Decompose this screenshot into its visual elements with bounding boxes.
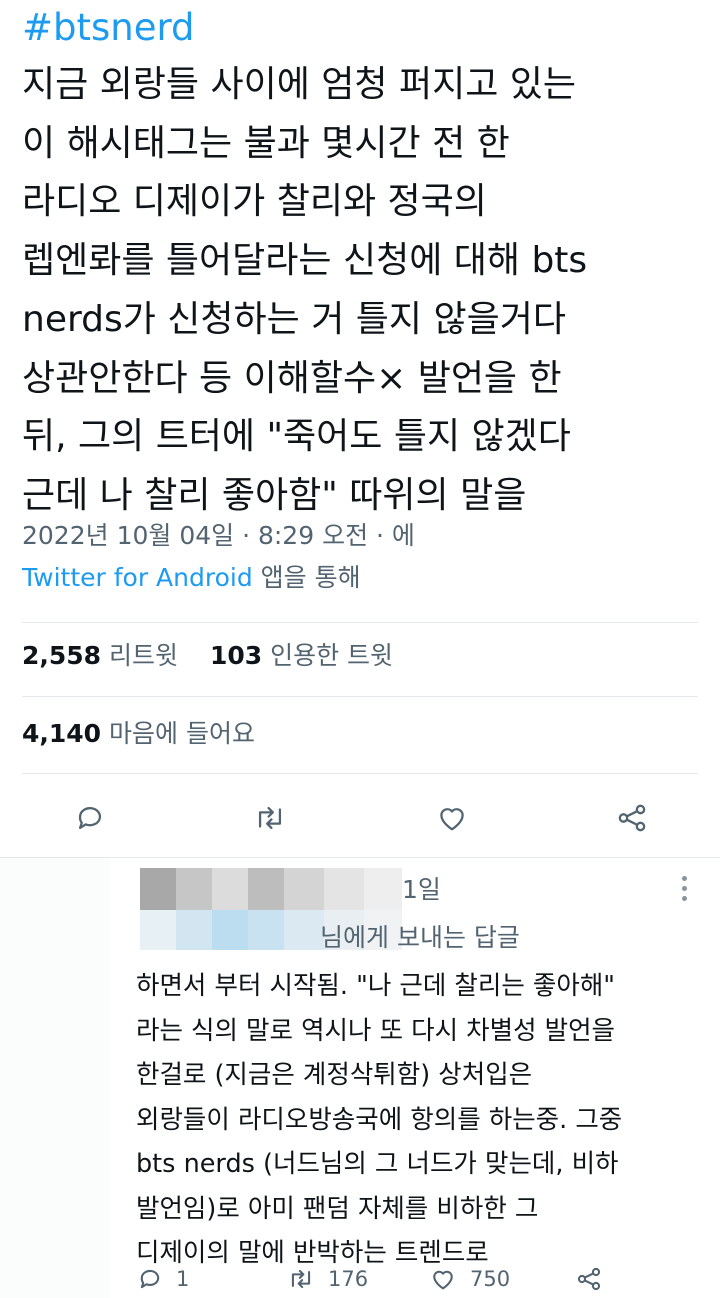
reply-line: 하면서 부터 시작됨. "나 근데 찰리는 좋아해" <box>136 971 616 1001</box>
like-icon <box>440 808 464 831</box>
reply-line: 발언임)로 아미 팬덤 자체를 비하한 그 <box>136 1193 539 1224</box>
tweet-line: 상관안한다 등 이해할수× 발언을 한 <box>22 357 562 399</box>
divider <box>22 773 698 774</box>
source-app-link[interactable]: Twitter for Android <box>22 563 253 592</box>
reply-body: 하면서 부터 시작됨. "나 근데 찰리는 좋아해" 라는 식의 말로 역시나 … <box>136 964 716 1276</box>
divider <box>22 622 698 623</box>
tweet-line: 지금 외랑들 사이에 엄청 퍼지고 있는 <box>22 64 577 105</box>
tweet-source: Twitter for Android 앱을 통해 <box>22 560 361 596</box>
reply-icon <box>140 1269 160 1289</box>
reply-line: 라는 식의 말로 역시나 또 다시 차별성 발언을 <box>136 1015 616 1046</box>
quotes-count: 103 <box>209 641 263 670</box>
quotes-label: 인용한 트윗 <box>262 641 394 670</box>
tweet-line: 이 해시태그는 불과 몇시간 전 한 <box>22 122 510 164</box>
reply-icon <box>78 807 102 830</box>
share-icon <box>577 1267 601 1291</box>
reply-retweet-count: 176 <box>328 1267 369 1291</box>
divider <box>22 696 698 697</box>
reply-line: 외랑들이 라디오방송국에 항의를 하는중. 그중 <box>136 1104 623 1135</box>
reply-line: bts nerds (너드님의 그 너드가 맞는데, 비하 <box>136 1149 619 1179</box>
reply-button[interactable] <box>62 790 118 846</box>
source-suffix: 앱을 통해 <box>252 563 361 592</box>
reply-retweet-button[interactable]: 176 <box>286 1262 368 1296</box>
tweet-timestamp[interactable]: 2022년 10월 04일 · 8:29 오전 · 에 <box>22 518 415 554</box>
tweet-action-bar <box>0 790 720 846</box>
tweet-line: 뒤, 그의 트터에 "죽어도 틀지 않겠다 <box>22 416 571 458</box>
reply-date: 1일 <box>402 875 441 904</box>
tweet-line: 렙엔롸를 틀어달라는 신청에 대해 bts <box>22 240 588 282</box>
reply-like-count: 750 <box>470 1267 511 1291</box>
more-options-icon[interactable] <box>678 876 690 910</box>
reply-share-button[interactable] <box>574 1262 604 1296</box>
tweet-line: 근데 나 찰리 좋아함" 따위의 말을 <box>22 474 527 516</box>
like-icon <box>433 1270 453 1290</box>
retweets-count: 2,558 <box>22 641 102 670</box>
quotes-link[interactable]: 103 인용한 트윗 <box>210 641 393 670</box>
share-icon <box>618 804 646 832</box>
tweet-line: 라디오 디제이가 찰리와 정국의 <box>22 181 487 223</box>
reply-line: 한걸로 (지금은 계정삭튀함) 상처입은 <box>136 1060 533 1090</box>
like-button[interactable] <box>424 790 480 846</box>
hashtag[interactable]: #btsnerd <box>22 4 195 52</box>
reply-reply-count: 1 <box>176 1267 190 1291</box>
likes-stats[interactable]: 4,140 마음에 들어요 <box>22 716 255 752</box>
likes-count: 4,140 <box>22 719 102 748</box>
share-button[interactable] <box>604 790 660 846</box>
reply-reply-button[interactable]: 1 <box>136 1262 189 1296</box>
avatar-placeholder <box>0 858 110 1298</box>
retweet-button[interactable] <box>242 790 298 846</box>
reply-to-label[interactable]: 님에게 보내는 답글 <box>320 920 520 956</box>
tweet-body: 지금 외랑들 사이에 엄청 퍼지고 있는 이 해시태그는 불과 몇시간 전 한 … <box>22 56 712 526</box>
retweet-icon <box>291 1269 311 1289</box>
reply-action-bar: 1 176 750 <box>0 1262 720 1296</box>
retweets-link[interactable]: 2,558 리트윗 <box>22 641 178 670</box>
retweet-icon <box>258 806 282 830</box>
retweet-stats: 2,558 리트윗 103 인용한 트윗 <box>22 638 393 674</box>
retweets-label: 리트윗 <box>101 641 179 670</box>
reply-like-button[interactable]: 750 <box>428 1262 510 1296</box>
likes-label: 마음에 들어요 <box>101 719 255 748</box>
tweet-line: nerds가 신청하는 거 틀지 않을거다 <box>22 298 566 340</box>
